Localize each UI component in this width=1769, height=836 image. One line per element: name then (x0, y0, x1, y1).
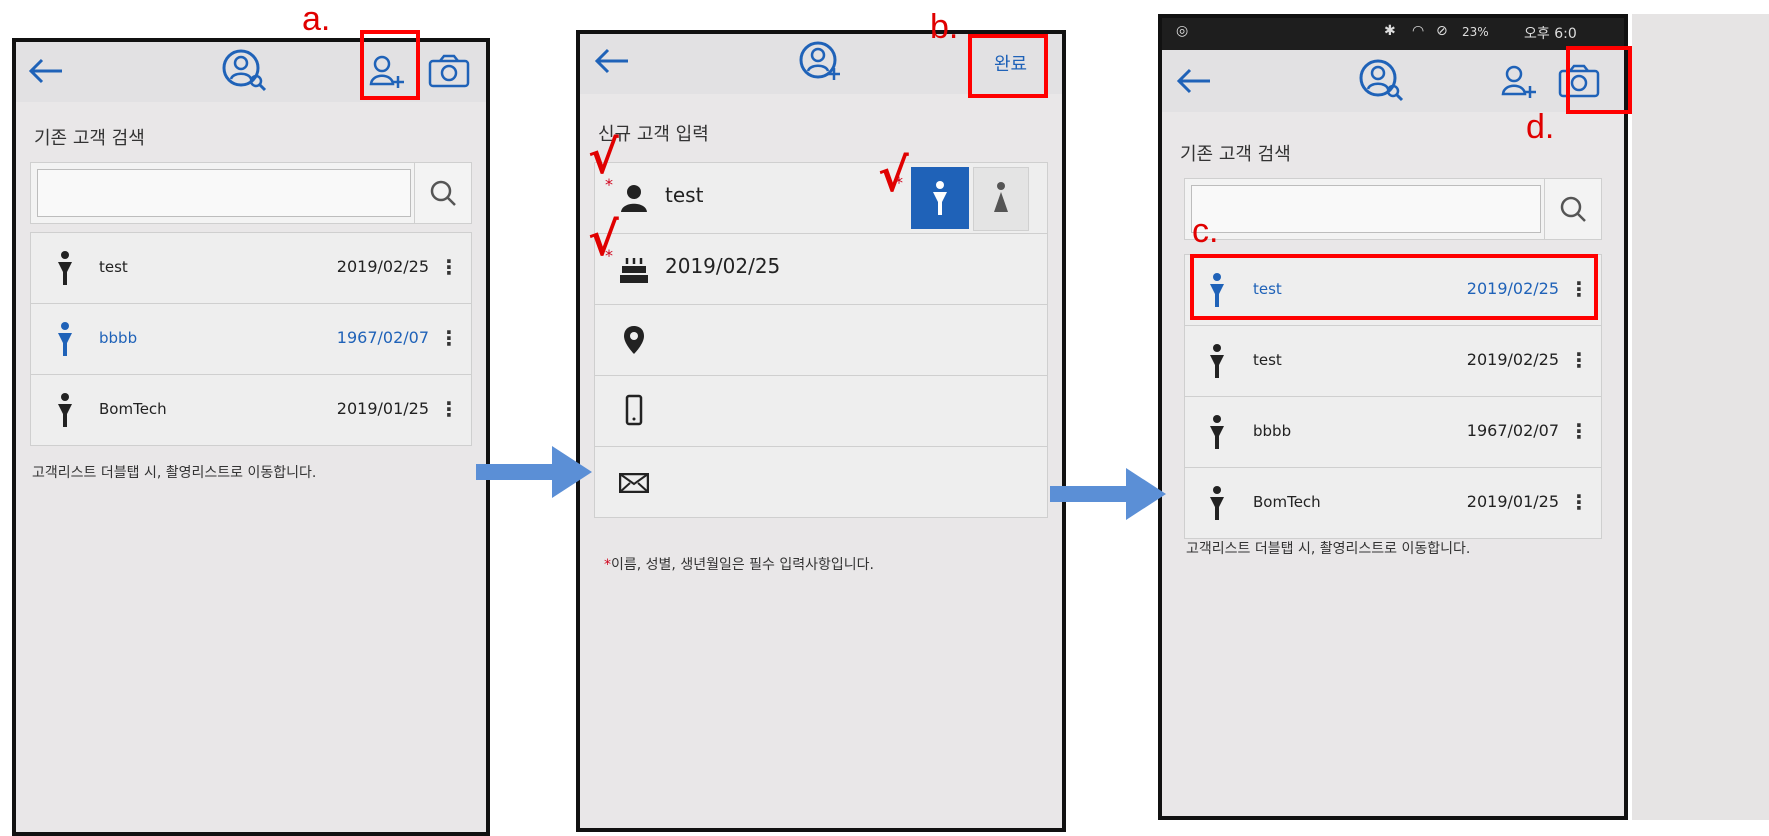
hint-text: 고객리스트 더블탭 시, 촬영리스트로 이동합니다. (1186, 541, 1471, 557)
required-note: *이름, 성별, 생년월일은 필수 입력사항입니다. (604, 554, 874, 574)
annotation-box-b (968, 34, 1048, 98)
male-toggle[interactable] (911, 167, 969, 229)
search-box (30, 162, 472, 224)
search-input[interactable] (1191, 185, 1541, 233)
customer-date: 2019/01/25 (1466, 492, 1559, 511)
no-disturb-icon: ⊘ (1436, 23, 1448, 39)
list-item[interactable]: BomTech 2019/01/25 ⋮ (1185, 467, 1601, 538)
person-icon (621, 185, 647, 212)
customer-name: bbbb (1253, 422, 1292, 440)
battery-text: 23% (1462, 25, 1489, 39)
male-icon (933, 181, 947, 215)
male-icon (58, 251, 72, 285)
customer-date: 1967/02/07 (336, 328, 429, 347)
search-icon (1560, 196, 1586, 222)
female-toggle[interactable] (973, 167, 1029, 231)
back-arrow-icon[interactable] (28, 56, 64, 86)
annotation-box-a (360, 30, 420, 100)
customer-search-icon[interactable] (1358, 58, 1406, 104)
back-arrow-icon[interactable] (594, 46, 630, 76)
customer-name: test (1253, 351, 1282, 369)
more-vert-icon[interactable]: ⋮ (439, 397, 459, 421)
customer-date: 1967/02/07 (1466, 421, 1559, 440)
new-customer-form: * test * * 2019/02/25 (594, 162, 1048, 518)
customer-name: test (99, 258, 128, 276)
search-button[interactable] (1544, 179, 1601, 239)
annotation-check: √ (588, 212, 619, 266)
birthday-input[interactable]: 2019/02/25 (665, 254, 780, 278)
search-box (1184, 178, 1602, 240)
screen-2: 완료 신규 고객 입력 * test * * 2019/02/25 *이름, 성… (580, 34, 1062, 828)
phone-screen-3: ◎ ✱ ◠ ⊘ 23% 오후 6:0 기존 고객 검색 test 2019/02… (1158, 14, 1628, 820)
list-item[interactable]: test 2019/02/25 ⋮ (1185, 325, 1601, 396)
back-arrow-icon[interactable] (1176, 66, 1212, 96)
screen-1: 기존 고객 검색 test 2019/02/25 ⋮ bbbb 1967/02/… (16, 42, 486, 832)
name-input[interactable]: test (665, 183, 703, 207)
annotation-box-c (1190, 254, 1598, 320)
phone-row[interactable] (595, 375, 1047, 446)
add-customer-icon[interactable] (1500, 62, 1540, 102)
flow-arrow-icon (476, 446, 592, 498)
list-item[interactable]: test 2019/02/25 ⋮ (31, 233, 471, 303)
more-vert-icon[interactable]: ⋮ (439, 326, 459, 350)
background-device-edge (1632, 14, 1769, 820)
list-item[interactable]: BomTech 2019/01/25 ⋮ (31, 374, 471, 445)
more-vert-icon[interactable]: ⋮ (1569, 348, 1589, 372)
screen-3: ◎ ✱ ◠ ⊘ 23% 오후 6:0 기존 고객 검색 test 2019/02… (1162, 18, 1624, 816)
required-star: * (604, 557, 611, 573)
annotation-label-d: d. (1526, 108, 1555, 146)
camera-icon[interactable] (428, 54, 470, 88)
female-icon (994, 182, 1008, 212)
location-pin-icon (624, 326, 644, 354)
mobile-phone-icon (625, 394, 643, 426)
customer-name: BomTech (99, 400, 167, 418)
settings-status-icon: ◎ (1176, 23, 1189, 39)
search-button[interactable] (414, 163, 471, 223)
customer-date: 2019/02/25 (336, 257, 429, 276)
add-customer-icon (799, 41, 840, 80)
mail-icon (619, 473, 649, 493)
customer-date: 2019/02/25 (1466, 350, 1559, 369)
section-title: 기존 고객 검색 (34, 128, 145, 149)
birthday-row: * 2019/02/25 (595, 233, 1047, 304)
male-icon (58, 322, 72, 356)
name-row: * test * (595, 163, 1047, 233)
customer-search-icon[interactable] (221, 48, 269, 94)
more-vert-icon[interactable]: ⋮ (1569, 490, 1589, 514)
male-icon (1210, 415, 1224, 449)
male-icon (1210, 486, 1224, 520)
more-vert-icon[interactable]: ⋮ (439, 255, 459, 279)
customer-name: BomTech (1253, 493, 1321, 511)
search-input[interactable] (37, 169, 411, 217)
required-note-text: 이름, 성별, 생년월일은 필수 입력사항입니다. (611, 557, 874, 573)
male-icon (1210, 344, 1224, 378)
customer-name: bbbb (99, 329, 138, 347)
annotation-check: √ (878, 148, 909, 202)
more-vert-icon[interactable]: ⋮ (1569, 419, 1589, 443)
search-icon (430, 180, 456, 206)
annotation-box-d (1566, 46, 1632, 114)
cake-icon (620, 258, 648, 283)
status-bar: ◎ ✱ ◠ ⊘ 23% 오후 6:0 (1162, 18, 1624, 50)
email-row[interactable] (595, 446, 1047, 517)
customer-date: 2019/01/25 (336, 399, 429, 418)
address-row[interactable] (595, 304, 1047, 375)
top-bar (1162, 50, 1624, 112)
bluetooth-icon: ✱ (1384, 23, 1396, 39)
list-item[interactable]: bbbb 1967/02/07 ⋮ (31, 303, 471, 374)
hint-text: 고객리스트 더블탭 시, 촬영리스트로 이동합니다. (32, 465, 317, 481)
annotation-label-c: c. (1192, 212, 1219, 250)
phone-screen-1: 기존 고객 검색 test 2019/02/25 ⋮ bbbb 1967/02/… (12, 38, 490, 836)
male-icon (58, 393, 72, 427)
customer-list: test 2019/02/25 ⋮ bbbb 1967/02/07 ⋮ BomT… (30, 232, 472, 446)
flow-arrow-icon (1050, 468, 1166, 520)
annotation-label-b: b. (930, 8, 959, 46)
clock-text: 오후 6:0 (1524, 26, 1577, 42)
annotation-check: √ (588, 130, 619, 184)
list-item[interactable]: bbbb 1967/02/07 ⋮ (1185, 396, 1601, 467)
annotation-label-a: a. (302, 0, 331, 38)
wifi-icon: ◠ (1412, 23, 1425, 39)
phone-screen-2: 완료 신규 고객 입력 * test * * 2019/02/25 *이름, 성… (576, 30, 1066, 832)
section-title: 기존 고객 검색 (1180, 144, 1291, 165)
